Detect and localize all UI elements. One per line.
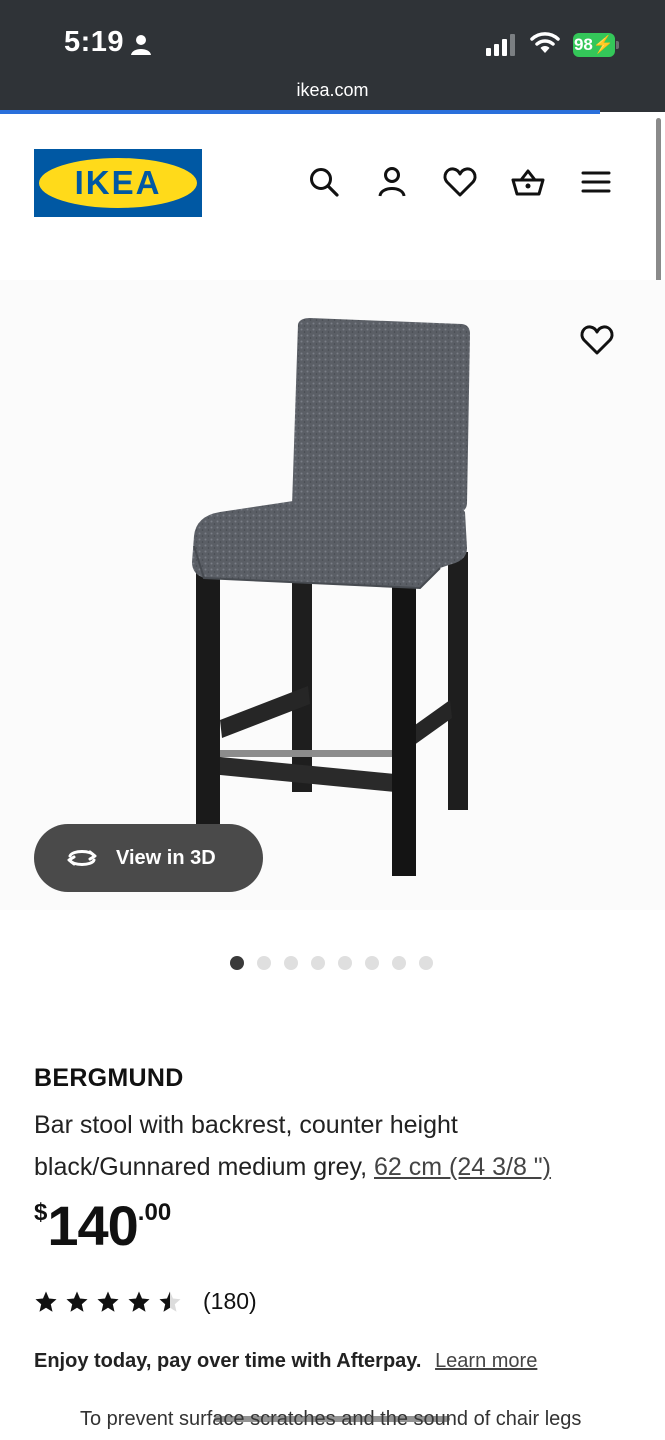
cellular-signal-icon	[486, 34, 515, 56]
carousel-dot[interactable]	[257, 956, 271, 970]
favorite-icon[interactable]	[578, 321, 616, 359]
battery-indicator: 98⚡	[573, 33, 615, 57]
carousel-dot[interactable]	[338, 956, 352, 970]
product-variant: black/Gunnared medium grey, 62 cm (24 3/…	[34, 1146, 551, 1188]
image-carousel-dots[interactable]	[230, 956, 433, 970]
star-icon	[66, 1291, 88, 1312]
price-decimals: .00	[137, 1199, 172, 1226]
afterpay-learn-more-link[interactable]: Learn more	[435, 1350, 537, 1372]
star-icon	[159, 1291, 181, 1312]
product-name: BERGMUND	[34, 1064, 184, 1092]
battery-tip	[616, 41, 619, 49]
star-icon	[35, 1291, 57, 1312]
url-bar[interactable]: ikea.com	[0, 80, 665, 101]
price-currency: $	[34, 1199, 48, 1226]
wifi-icon	[530, 32, 560, 53]
basket-icon[interactable]	[510, 164, 546, 200]
product-price: $140.00	[34, 1193, 171, 1258]
star-icon	[128, 1291, 150, 1312]
carousel-dot[interactable]	[365, 956, 379, 970]
afterpay-message: Enjoy today, pay over time with Afterpay…	[34, 1350, 537, 1373]
product-type: Bar stool with backrest, counter height	[34, 1111, 458, 1139]
carousel-dot[interactable]	[230, 956, 244, 970]
rotate-3d-icon	[67, 850, 97, 866]
product-description: Bar stool with backrest, counter height …	[34, 1104, 551, 1188]
carousel-dot[interactable]	[284, 956, 298, 970]
logo-text: IKEA	[74, 164, 162, 201]
rating-stars	[34, 1290, 189, 1314]
home-indicator[interactable]	[214, 1416, 450, 1422]
page-load-progress	[0, 110, 600, 114]
account-icon[interactable]	[374, 164, 410, 200]
menu-icon[interactable]	[578, 164, 614, 200]
person-icon	[131, 35, 151, 55]
review-count: (180)	[203, 1288, 257, 1314]
scrollbar[interactable]	[656, 118, 661, 290]
view-in-3d-label: View in 3D	[116, 846, 216, 869]
search-icon[interactable]	[306, 164, 342, 200]
carousel-dot[interactable]	[392, 956, 406, 970]
star-icon	[97, 1291, 119, 1312]
ikea-logo[interactable]: IKEA	[34, 149, 202, 217]
product-color: black/Gunnared medium grey,	[34, 1153, 368, 1181]
carousel-dot[interactable]	[311, 956, 325, 970]
price-integer: 140	[47, 1194, 138, 1257]
heart-icon[interactable]	[442, 164, 478, 200]
product-measurement-link[interactable]: 62 cm (24 3/8 ")	[374, 1153, 551, 1181]
carousel-dot[interactable]	[419, 956, 433, 970]
product-image	[192, 318, 470, 876]
product-rating[interactable]: (180)	[34, 1288, 257, 1315]
view-in-3d-button[interactable]: View in 3D	[34, 824, 263, 892]
status-time: 5:19	[64, 26, 125, 58]
afterpay-text: Enjoy today, pay over time with Afterpay…	[34, 1350, 422, 1372]
